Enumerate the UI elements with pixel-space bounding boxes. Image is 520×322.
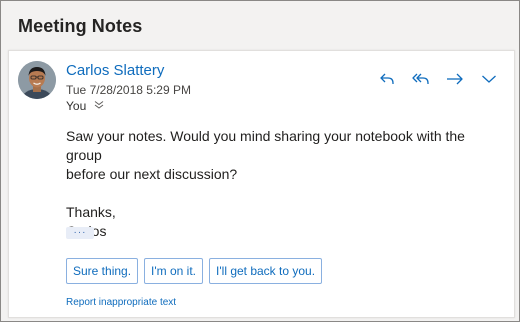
message-card: Carlos Slattery Tue 7/28/2018 5:29 PM Yo… xyxy=(8,50,515,318)
forward-icon[interactable] xyxy=(440,67,470,91)
expand-recipients-icon[interactable] xyxy=(94,99,104,113)
message-subject: Meeting Notes xyxy=(18,16,143,36)
reading-pane: Meeting Notes Carlos Slattery Tue 7/28/2… xyxy=(0,0,520,322)
message-body: Saw your notes. Would you mind sharing y… xyxy=(66,127,496,241)
sender-name[interactable]: Carlos Slattery xyxy=(66,62,164,79)
report-inappropriate-link[interactable]: Report inappropriate text xyxy=(66,297,176,308)
avatar-image xyxy=(18,61,56,99)
reply-icon[interactable] xyxy=(372,67,402,91)
message-actions xyxy=(372,67,504,91)
avatar[interactable] xyxy=(18,61,56,99)
suggested-replies: Sure thing. I'm on it. I'll get back to … xyxy=(66,258,323,284)
body-line: Saw your notes. Would you mind sharing y… xyxy=(66,128,465,163)
more-chevron-icon[interactable] xyxy=(474,67,504,91)
message-date: Tue 7/28/2018 5:29 PM xyxy=(66,83,191,97)
body-signature: Carlos xyxy=(66,222,496,241)
suggested-reply-button[interactable]: Sure thing. xyxy=(66,258,139,284)
recipient-label: You xyxy=(66,99,87,113)
suggested-reply-button[interactable]: I'll get back to you. xyxy=(209,258,323,284)
body-line: before our next discussion? xyxy=(66,166,238,182)
recipient-line: You xyxy=(66,99,104,113)
reply-all-icon[interactable] xyxy=(406,67,436,91)
body-signoff: Thanks, xyxy=(66,204,116,220)
suggested-reply-button[interactable]: I'm on it. xyxy=(144,258,204,284)
show-more-button[interactable]: ··· xyxy=(66,227,94,239)
